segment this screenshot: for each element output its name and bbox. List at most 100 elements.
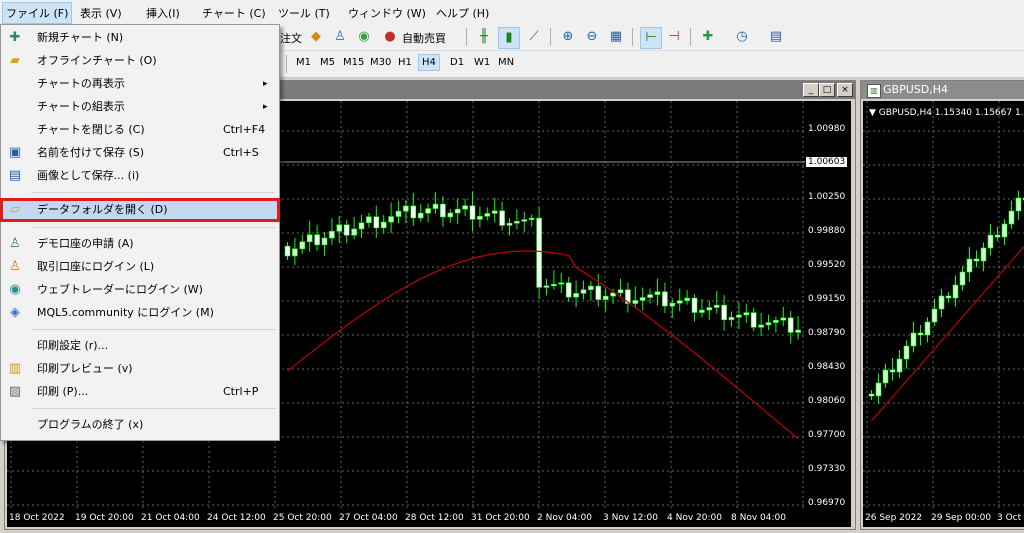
- timeframe-m5[interactable]: M5: [320, 57, 335, 68]
- candle-body: [565, 282, 572, 298]
- date-label: 8 Nov 04:00: [731, 513, 786, 523]
- timeframe-w1[interactable]: W1: [474, 57, 490, 68]
- candle-body: [306, 234, 313, 243]
- chart-window-gbpusd[interactable]: GBPUSD,H4 ▥ ▼ GBPUSD,H4 1.15340 1.15667 …: [860, 80, 1024, 530]
- menu-item-offline-chart[interactable]: ▰ オフラインチャート (O): [1, 50, 279, 72]
- line-chart-icon[interactable]: ⟋: [524, 27, 544, 47]
- zoom-in-icon[interactable]: ⊕: [558, 27, 578, 47]
- candlestick-chart-icon[interactable]: ▮: [498, 27, 520, 49]
- candle-body: [1015, 197, 1022, 212]
- zoom-out-icon[interactable]: ⊖: [582, 27, 602, 47]
- candle-body: [395, 210, 402, 217]
- candle-body: [706, 307, 713, 311]
- menu-insert[interactable]: 挿入(I): [146, 5, 180, 21]
- indicators-icon[interactable]: ✚: [698, 27, 718, 47]
- candle-body: [299, 241, 306, 250]
- printer-icon: ▨: [8, 384, 22, 399]
- price-label: 0.98060: [808, 396, 846, 406]
- menu-item-new-chart[interactable]: ✚ 新規チャート (N): [1, 27, 279, 49]
- gbpusd-chart-canvas[interactable]: ▼ GBPUSD,H4 1.15340 1.15667 1. 26 Sep 20…: [863, 101, 1024, 527]
- candle-body: [721, 304, 727, 321]
- chart-shift-icon[interactable]: ⊢: [640, 27, 662, 49]
- autotrade-icon[interactable]: ●: [380, 27, 400, 47]
- menu-item-label: 取引口座にログイン (L): [37, 260, 155, 273]
- candle-body: [743, 312, 750, 316]
- menu-item-chart-profiles[interactable]: チャートの組表示 ▸: [1, 96, 279, 118]
- toolbar-separator: [690, 28, 691, 46]
- menu-item-save-as[interactable]: ▣ 名前を付けて保存 (S) Ctrl+S: [1, 142, 279, 164]
- menu-item-close-chart[interactable]: チャートを閉じる (C) Ctrl+F4: [1, 119, 279, 141]
- menu-help[interactable]: ヘルプ (H): [436, 5, 489, 21]
- timeframe-m1[interactable]: M1: [296, 57, 311, 68]
- templates-icon[interactable]: ▤: [766, 27, 786, 47]
- menu-view[interactable]: 表示 (V): [80, 5, 122, 21]
- menu-item-chart-reload[interactable]: チャートの再表示 ▸: [1, 73, 279, 95]
- candle-body: [351, 228, 357, 236]
- new-order-label[interactable]: 注文: [280, 30, 302, 46]
- signal-icon[interactable]: ◉: [354, 27, 374, 47]
- date-label: 31 Oct 20:00: [471, 513, 530, 523]
- candle-body: [425, 208, 431, 214]
- candle-body: [432, 203, 439, 209]
- bar-chart-icon[interactable]: ╫: [474, 27, 494, 47]
- menu-window[interactable]: ウィンドウ (W): [348, 5, 426, 21]
- menu-item-open-demo-account[interactable]: ♙ デモ口座の申請 (A): [1, 233, 279, 255]
- candle-body: [662, 291, 668, 307]
- candle-body: [595, 285, 602, 300]
- candle-body: [639, 297, 646, 301]
- menu-item-label: チャートを閉じる (C): [37, 123, 145, 136]
- timeframe-m30[interactable]: M30: [370, 57, 391, 68]
- candle-body: [477, 216, 483, 220]
- menu-separator: [31, 227, 275, 228]
- price-label: 0.99880: [808, 226, 846, 236]
- menu-item-login-mql5[interactable]: ◈ MQL5.community にログイン (M): [1, 302, 279, 324]
- autotrade-button[interactable]: 自動売買: [402, 30, 446, 46]
- close-button[interactable]: ×: [837, 83, 853, 97]
- minimize-button[interactable]: _: [803, 83, 819, 97]
- price-label: 1.00980: [808, 124, 846, 134]
- gbpusd-info-line: ▼ GBPUSD,H4 1.15340 1.15667 1.: [869, 108, 1024, 118]
- menu-item-print[interactable]: ▨ 印刷 (P)... Ctrl+P: [1, 381, 279, 403]
- timeframe-h1[interactable]: H1: [398, 57, 412, 68]
- candle-body: [931, 308, 938, 323]
- candle-body: [573, 293, 579, 298]
- gbpusd-titlebar[interactable]: GBPUSD,H4: [861, 81, 1024, 99]
- autoscroll-icon[interactable]: ⊣: [664, 27, 684, 47]
- menu-item-save-as-picture[interactable]: ▤ 画像として保存... (i): [1, 165, 279, 187]
- menu-item-label: デモ口座の申請 (A): [37, 237, 134, 250]
- menu-item-open-data-folder[interactable]: ▱ データフォルダを開く (D): [0, 198, 280, 222]
- menu-file[interactable]: ファイル (F): [2, 2, 73, 24]
- candle-body: [691, 297, 698, 313]
- menu-item-label: 名前を付けて保存 (S): [37, 146, 145, 159]
- menu-item-label: 画像として保存... (i): [37, 169, 140, 182]
- menu-chart[interactable]: チャート (C): [202, 5, 266, 21]
- menu-item-exit[interactable]: プログラムの終了 (x): [1, 414, 279, 436]
- timeframe-h4[interactable]: H4: [418, 54, 440, 71]
- gbpusd-candlestick-chart[interactable]: [863, 101, 1024, 527]
- menu-item-login-web-trader[interactable]: ◉ ウェブトレーダーにログイン (W): [1, 279, 279, 301]
- web-trader-icon: ◉: [9, 282, 21, 297]
- price-label: 0.97330: [808, 464, 846, 474]
- periods-icon[interactable]: ◷: [732, 27, 752, 47]
- menu-item-login-trade-account[interactable]: ♙ 取引口座にログイン (L): [1, 256, 279, 278]
- menu-tools[interactable]: ツール (T): [278, 5, 330, 21]
- candle-body: [676, 300, 683, 304]
- date-label: 27 Oct 04:00: [339, 513, 398, 523]
- menu-item-print-preview[interactable]: ▥ 印刷プレビュー (v): [1, 358, 279, 380]
- people-icon[interactable]: ♙: [330, 27, 350, 47]
- menu-item-print-setup[interactable]: 印刷設定 (r)...: [1, 335, 279, 357]
- metaeditor-icon[interactable]: ◆: [306, 27, 326, 47]
- candle-body: [602, 295, 609, 300]
- restore-button[interactable]: □: [819, 83, 835, 97]
- candle-body: [632, 300, 639, 304]
- candle-body: [966, 258, 973, 273]
- timeframe-m15[interactable]: M15: [343, 57, 364, 68]
- candle-body: [558, 282, 565, 285]
- candle-body: [528, 217, 535, 220]
- tile-windows-icon[interactable]: ▦: [606, 27, 626, 47]
- candle-body: [750, 312, 757, 328]
- menu-item-label: MQL5.community にログイン (M): [37, 306, 214, 319]
- timeframe-mn[interactable]: MN: [498, 57, 514, 68]
- candle-body: [945, 295, 952, 299]
- timeframe-d1[interactable]: D1: [450, 57, 464, 68]
